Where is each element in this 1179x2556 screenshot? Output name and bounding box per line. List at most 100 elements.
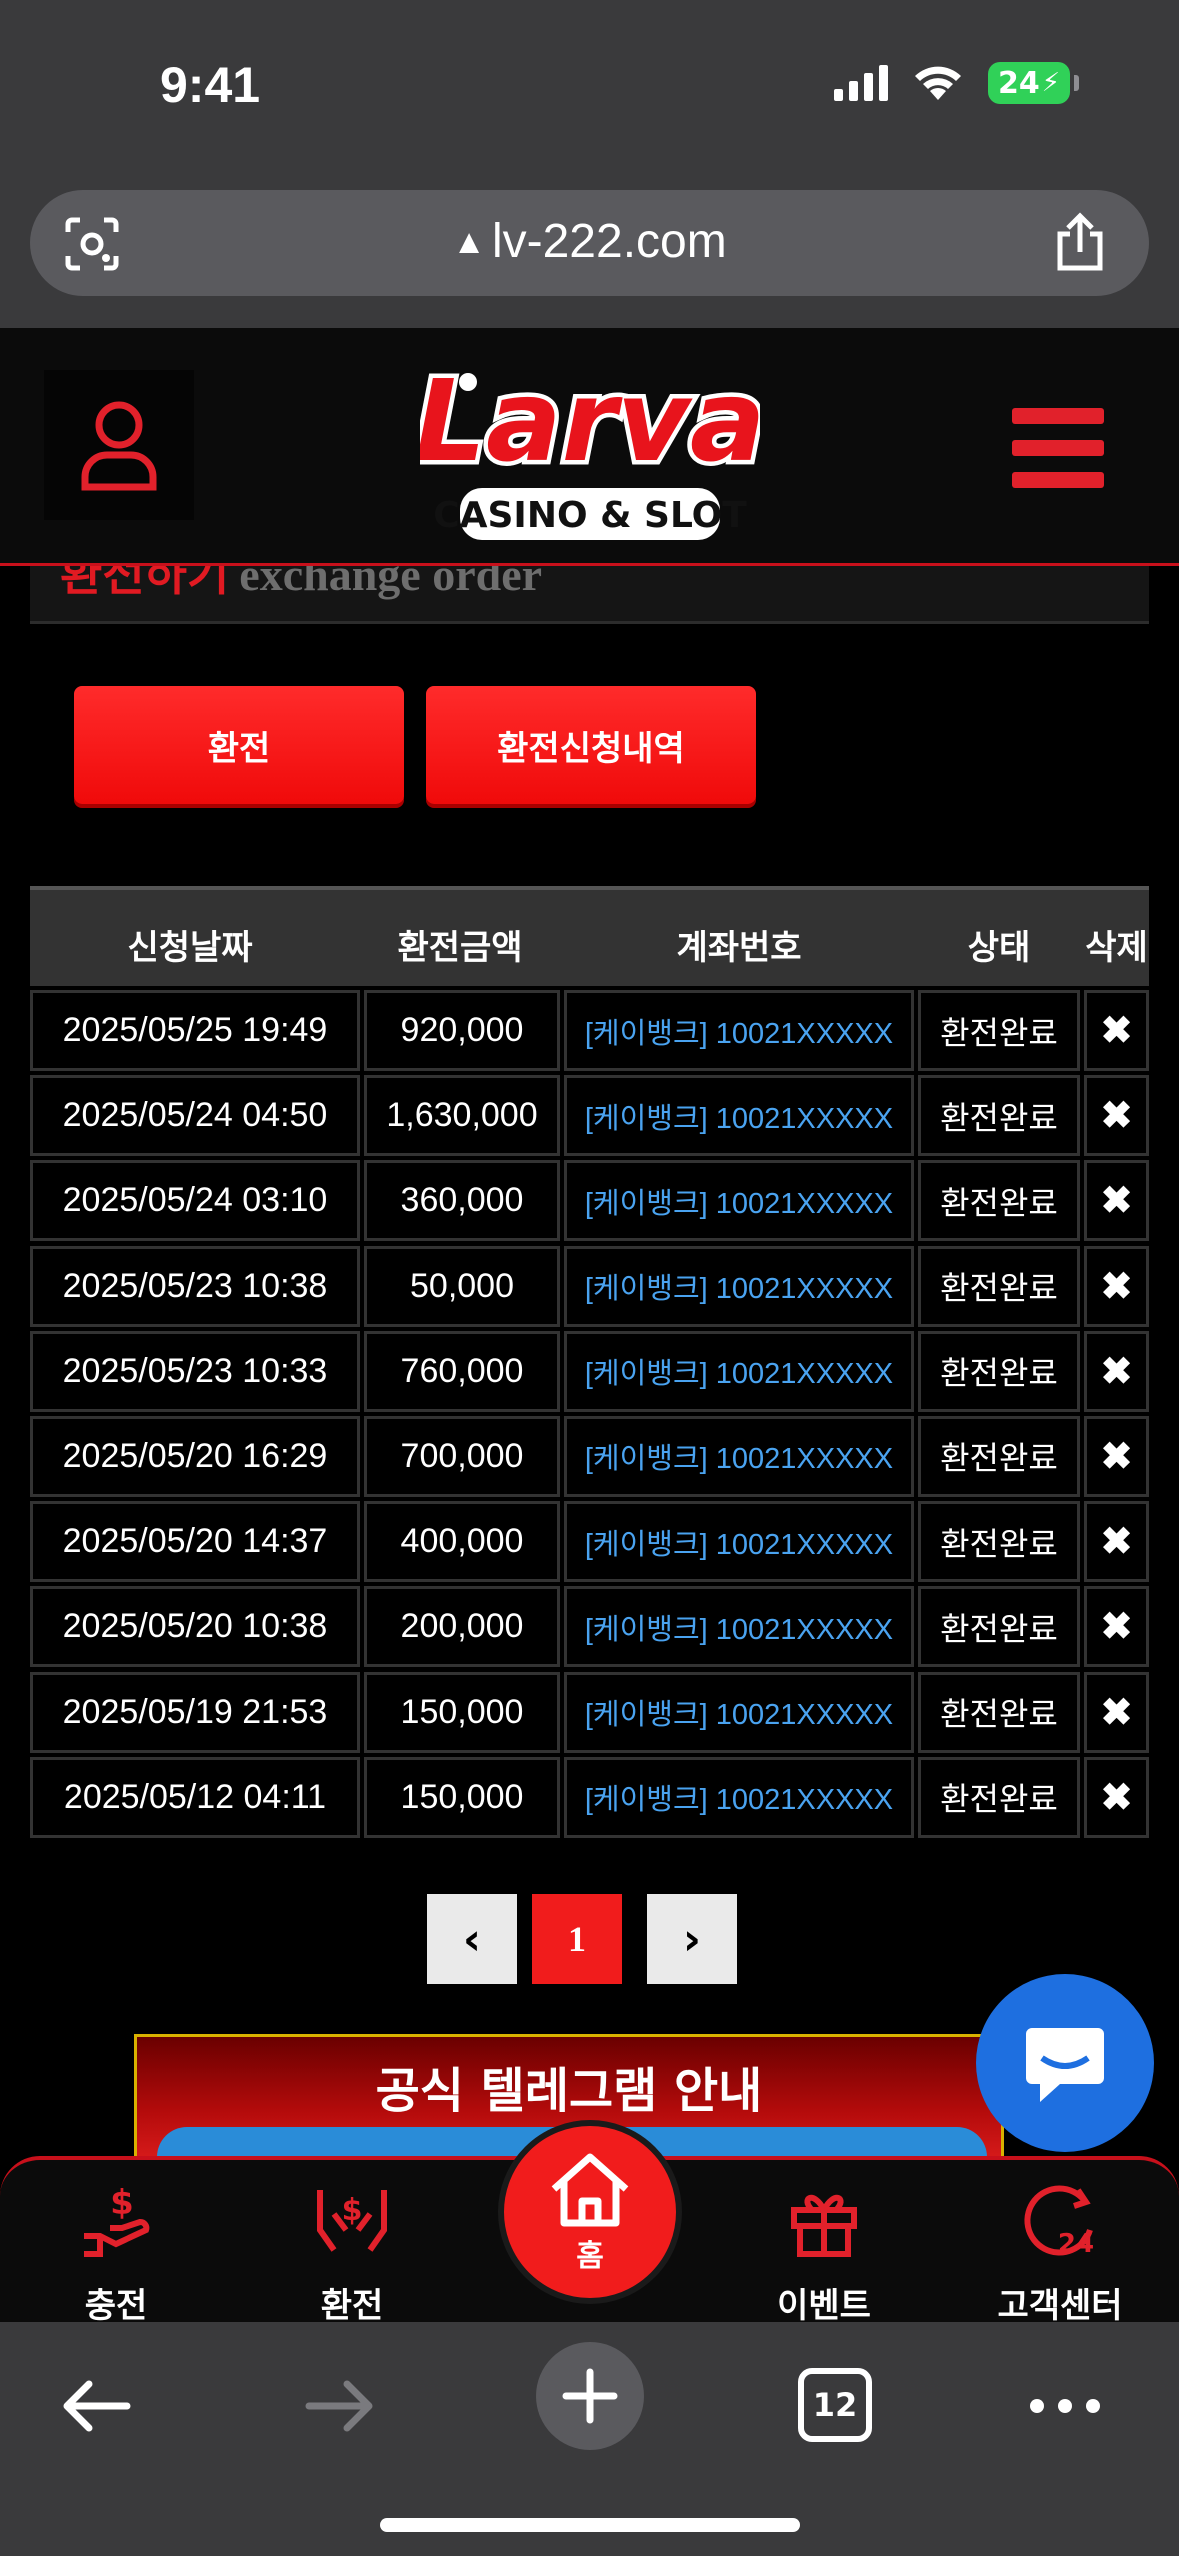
pagination-prev-button[interactable]: ‹ (427, 1894, 517, 1984)
delete-icon[interactable]: ✖ (1084, 1075, 1149, 1157)
user-icon (81, 401, 157, 491)
nav-home-label: 홈 (576, 2239, 604, 2274)
delete-icon[interactable]: ✖ (1084, 990, 1149, 1071)
cell-status: 환전완료 (918, 1501, 1080, 1583)
delete-icon[interactable]: ✖ (1084, 1586, 1149, 1668)
more-options-icon[interactable] (1020, 2366, 1110, 2446)
nav-home-button[interactable]: 홈 (498, 2120, 682, 2304)
nav-support[interactable]: 24 고객센터 (970, 2180, 1150, 2327)
page-title: 환전하기 exchange order (60, 566, 542, 604)
larva-logo[interactable]: Larva CASINO & SLOT (420, 340, 760, 550)
cell-account[interactable]: [케이뱅크] 10021XXXXX (564, 990, 914, 1071)
header-date: 신청날짜 (127, 928, 253, 968)
cell-account[interactable]: [케이뱅크] 10021XXXXX (564, 1075, 914, 1157)
status-icons: 24 ⚡ (833, 62, 1079, 104)
table-row: 2025/05/24 04:50 1,630,000 [케이뱅크] 10021X… (30, 1075, 1149, 1160)
cell-status: 환전완료 (918, 1586, 1080, 1668)
cell-account[interactable]: [케이뱅크] 10021XXXXX (564, 1671, 914, 1753)
cell-date: 2025/05/23 10:38 (30, 1245, 360, 1327)
delete-icon[interactable]: ✖ (1084, 1245, 1149, 1327)
nav-charge[interactable]: $ 충전 (26, 2180, 206, 2327)
exchange-hands-icon: $ (317, 2190, 387, 2252)
url-text[interactable]: ▲ lv-222.com (30, 214, 1149, 269)
nav-exchange-label: 환전 (320, 2286, 384, 2326)
delete-icon[interactable]: ✖ (1084, 1330, 1149, 1412)
cell-status: 환전완료 (918, 1330, 1080, 1412)
exchange-history-button[interactable]: 환전신청내역 (426, 686, 756, 804)
delete-icon[interactable]: ✖ (1084, 1756, 1149, 1838)
charge-hand-icon: $ (84, 2183, 150, 2257)
cell-amount: 400,000 (364, 1501, 560, 1583)
cell-account[interactable]: [케이뱅크] 10021XXXXX (564, 1501, 914, 1583)
warning-icon: ▲ (452, 223, 486, 261)
battery-level: 24 (997, 65, 1040, 101)
table-row: 2025/05/24 03:10 360,000 [케이뱅크] 10021XXX… (30, 1160, 1149, 1245)
address-bar[interactable]: ▲ lv-222.com (30, 190, 1149, 296)
table-header: 신청날짜 환전금액 계좌번호 상태 삭제 (30, 886, 1149, 986)
new-tab-plus-icon[interactable] (536, 2342, 644, 2450)
cell-status: 환전완료 (918, 990, 1080, 1071)
status-time: 9:41 (160, 57, 261, 113)
cell-amount: 700,000 (364, 1415, 560, 1497)
header-account: 계좌번호 (676, 928, 802, 968)
cell-account[interactable]: [케이뱅크] 10021XXXXX (564, 1330, 914, 1412)
page-title-en: exchange order (239, 566, 543, 600)
table-row: 2025/05/12 04:11 150,000 [케이뱅크] 10021XXX… (30, 1756, 1149, 1842)
svg-text:CASINO & SLOT: CASINO & SLOT (433, 495, 747, 536)
cell-account[interactable]: [케이뱅크] 10021XXXXX (564, 1415, 914, 1497)
delete-icon[interactable]: ✖ (1084, 1160, 1149, 1242)
share-icon[interactable] (1050, 212, 1110, 272)
battery-tip (1074, 75, 1079, 91)
cell-amount: 200,000 (364, 1586, 560, 1668)
browser-top-bar: 9:41 24 ⚡ ▲ lv-222.com (0, 0, 1179, 328)
cell-amount: 50,000 (364, 1245, 560, 1327)
cell-date: 2025/05/12 04:11 (30, 1756, 360, 1838)
table-row: 2025/05/23 10:38 50,000 [케이뱅크] 10021XXXX… (30, 1245, 1149, 1331)
cell-account[interactable]: [케이뱅크] 10021XXXXX (564, 1756, 914, 1838)
tabs-button[interactable]: 12 (798, 2368, 872, 2442)
cell-date: 2025/05/19 21:53 (30, 1671, 360, 1753)
site-header: Larva CASINO & SLOT (0, 328, 1179, 566)
chat-icon (1026, 2028, 1104, 2102)
wifi-icon (914, 66, 961, 100)
exchange-button[interactable]: 환전 (74, 686, 404, 804)
cell-date: 2025/05/20 10:38 (30, 1586, 360, 1668)
cell-account[interactable]: [케이뱅크] 10021XXXXX (564, 1245, 914, 1327)
cell-date: 2025/05/24 03:10 (30, 1160, 360, 1242)
live-chat-button[interactable] (976, 1974, 1154, 2152)
home-indicator (380, 2518, 800, 2532)
delete-icon[interactable]: ✖ (1084, 1415, 1149, 1497)
nav-event[interactable]: 이벤트 (734, 2180, 914, 2327)
cell-account[interactable]: [케이뱅크] 10021XXXXX (564, 1586, 914, 1668)
cell-account[interactable]: [케이뱅크] 10021XXXXX (564, 1160, 914, 1242)
pagination-page-current[interactable]: 1 (532, 1894, 622, 1984)
table-row: 2025/05/19 21:53 150,000 [케이뱅크] 10021XXX… (30, 1671, 1149, 1757)
cell-status: 환전완료 (918, 1671, 1080, 1753)
cell-amount: 150,000 (364, 1756, 560, 1838)
pagination-next-button[interactable]: › (647, 1894, 737, 1984)
header-status: 상태 (967, 928, 1031, 968)
user-button[interactable] (44, 370, 194, 520)
menu-hamburger-icon[interactable] (1012, 408, 1104, 488)
table-row: 2025/05/25 19:49 920,000 [케이뱅크] 10021XXX… (30, 990, 1149, 1075)
cell-status: 환전완료 (918, 1415, 1080, 1497)
charging-bolt-icon: ⚡ (1041, 68, 1060, 98)
nav-exchange[interactable]: $ 환전 (262, 2180, 442, 2327)
header-delete: 삭제 (1085, 928, 1148, 968)
cell-date: 2025/05/20 14:37 (30, 1501, 360, 1583)
battery-indicator: 24 ⚡ (987, 62, 1070, 104)
exchange-table-body: 2025/05/25 19:49 920,000 [케이뱅크] 10021XXX… (30, 990, 1149, 1842)
url-value: lv-222.com (491, 215, 727, 268)
header-amount: 환전금액 (397, 928, 523, 968)
forward-arrow-icon[interactable] (300, 2366, 380, 2446)
page-title-kr: 환전하기 (60, 566, 230, 600)
back-arrow-icon[interactable] (56, 2366, 136, 2446)
cell-date: 2025/05/24 04:50 (30, 1075, 360, 1157)
cell-status: 환전완료 (918, 1756, 1080, 1838)
delete-icon[interactable]: ✖ (1084, 1671, 1149, 1753)
delete-icon[interactable]: ✖ (1084, 1501, 1149, 1583)
tab-count: 12 (812, 2386, 858, 2424)
svg-text:24: 24 (1058, 2229, 1094, 2259)
svg-text:$: $ (110, 2183, 134, 2223)
cell-amount: 920,000 (364, 990, 560, 1071)
